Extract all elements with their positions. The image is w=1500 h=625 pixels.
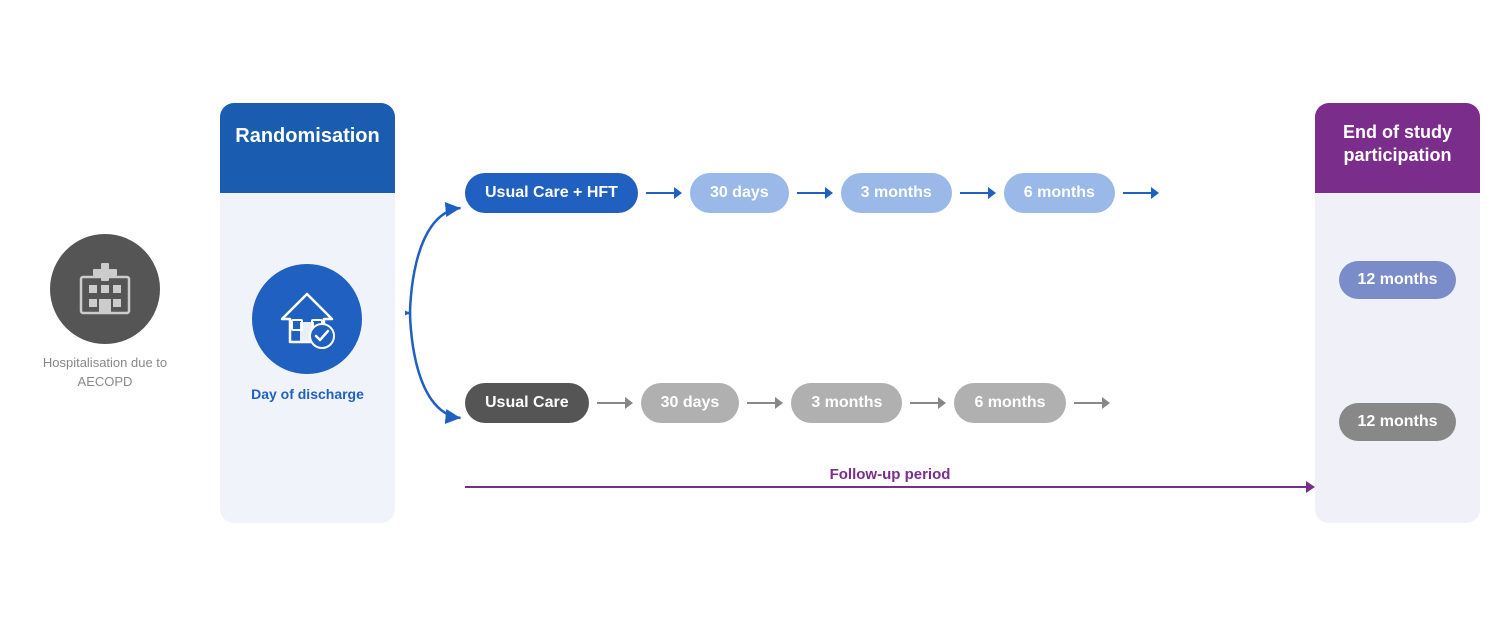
hospital-label: Hospitalisation due to AECOPD <box>20 354 190 390</box>
arrow-4-top <box>1123 187 1159 199</box>
discharge-label: Day of discharge <box>251 386 364 402</box>
branch-arrows <box>405 103 1315 523</box>
end-body: 12 months 12 months <box>1329 179 1465 522</box>
discharge-circle <box>252 264 362 374</box>
usual-care-hft-pill: Usual Care + HFT <box>465 173 638 214</box>
followup-arrowhead <box>1306 481 1315 493</box>
randomisation-box: Randomisation Day of discharge <box>220 103 395 523</box>
followup-label: Follow-up period <box>830 466 951 483</box>
arrow-1-bottom <box>597 397 633 409</box>
arrow-1-top <box>646 187 682 199</box>
bottom-6months-pill: 6 months <box>954 383 1065 424</box>
arrow-3-bottom <box>910 397 946 409</box>
flow-section: Usual Care + HFT 30 days 3 months 6 mont… <box>405 103 1315 523</box>
top-3months-pill: 3 months <box>841 173 952 214</box>
usual-care-pill: Usual Care <box>465 383 589 424</box>
end-of-study-title: End of study participation <box>1315 103 1480 180</box>
hospital-section: Hospitalisation due to AECOPD <box>20 234 190 390</box>
hospital-icon <box>50 234 160 344</box>
arrow-3-top <box>960 187 996 199</box>
randomisation-body: Day of discharge <box>251 164 364 523</box>
followup-line <box>465 486 1306 488</box>
top-12months-pill: 12 months <box>1339 261 1455 299</box>
arrow-4-bottom <box>1074 397 1110 409</box>
top-arm-row: Usual Care + HFT 30 days 3 months 6 mont… <box>465 173 1167 214</box>
randomisation-title: Randomisation <box>220 103 394 164</box>
bottom-3months-pill: 3 months <box>791 383 902 424</box>
end-of-study-box: End of study participation 12 months 12 … <box>1315 103 1480 523</box>
diagram: Hospitalisation due to AECOPD Randomisat… <box>0 0 1500 625</box>
top-30days-pill: 30 days <box>690 173 789 214</box>
bottom-arm-row: Usual Care 30 days 3 months 6 months <box>465 383 1118 424</box>
bottom-12months-pill: 12 months <box>1339 403 1455 441</box>
top-6months-pill: 6 months <box>1004 173 1115 214</box>
arrow-2-top <box>797 187 833 199</box>
arrow-2-bottom <box>747 397 783 409</box>
bottom-30days-pill: 30 days <box>641 383 740 424</box>
followup-container: Follow-up period <box>465 481 1315 493</box>
